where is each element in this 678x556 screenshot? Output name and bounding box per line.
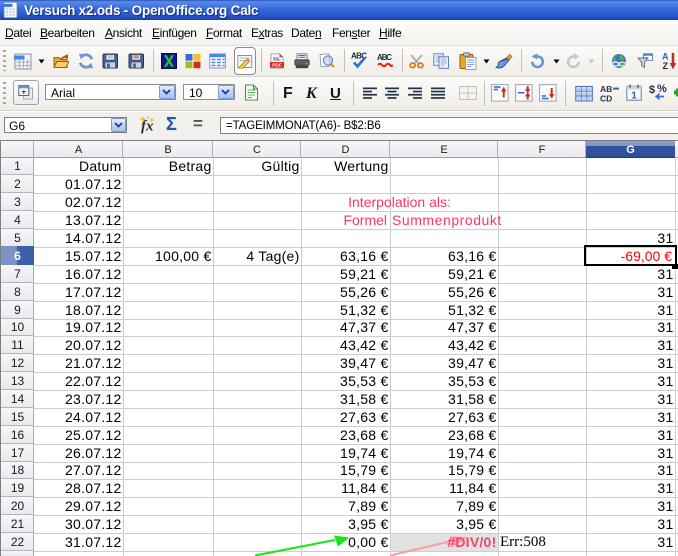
svg-text:Z: Z — [663, 61, 669, 71]
svg-text:1: 1 — [631, 91, 637, 102]
svg-text:ABC: ABC — [377, 53, 392, 62]
svg-text:%: % — [657, 83, 667, 95]
svg-text:A: A — [662, 52, 669, 62]
svg-text:PDF: PDF — [272, 63, 282, 69]
svg-text:CD: CD — [600, 94, 612, 104]
svg-text:$: $ — [649, 84, 655, 96]
svg-text:AB: AB — [600, 84, 612, 94]
